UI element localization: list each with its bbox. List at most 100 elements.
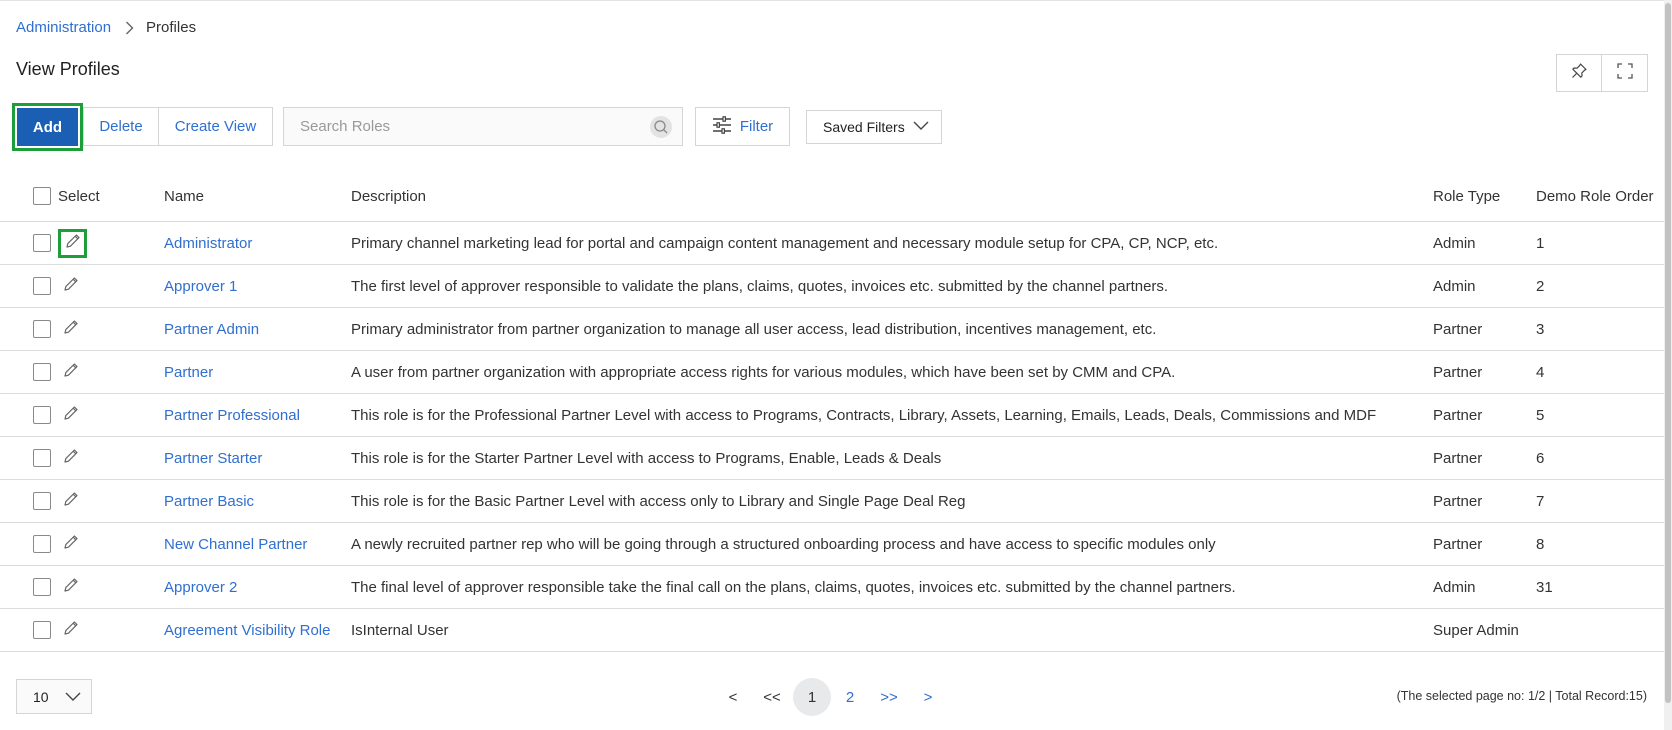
row-checkbox[interactable]	[33, 363, 51, 381]
search-icon[interactable]	[650, 116, 672, 138]
page-2-button[interactable]: 2	[841, 678, 859, 716]
role-name-link[interactable]: Approver 1	[164, 278, 237, 295]
page-size-select[interactable]: 10	[16, 679, 92, 714]
pencil-icon	[62, 318, 80, 340]
role-name-link[interactable]: Partner Starter	[164, 450, 262, 467]
header-name[interactable]: Name	[164, 171, 204, 221]
create-view-button[interactable]: Create View	[158, 108, 272, 145]
filter-label: Filter	[739, 118, 774, 135]
edit-button[interactable]	[58, 574, 84, 600]
role-name-link[interactable]: Partner Professional	[164, 407, 300, 424]
breadcrumb-current: Profiles	[146, 19, 197, 36]
row-name-cell: Approver 2	[164, 566, 237, 608]
row-role-type: Partner	[1433, 320, 1483, 338]
row-name-cell: Partner Basic	[164, 480, 254, 522]
row-name-cell: Partner Admin	[164, 308, 259, 350]
edit-button[interactable]	[58, 445, 84, 471]
row-role-type: Admin	[1433, 234, 1476, 252]
row-edit-cell	[58, 523, 84, 565]
header-select: Select	[58, 187, 100, 205]
pin-button[interactable]	[1556, 54, 1602, 92]
row-checkbox-cell	[33, 480, 51, 522]
row-checkbox[interactable]	[33, 578, 51, 596]
row-checkbox-cell	[33, 222, 51, 264]
role-name-link[interactable]: Partner Basic	[164, 493, 254, 510]
row-checkbox[interactable]	[33, 492, 51, 510]
header-role-type[interactable]: Role Type	[1433, 171, 1500, 221]
row-checkbox[interactable]	[33, 320, 51, 338]
next-page-button[interactable]: >	[920, 678, 936, 716]
row-demo-role-order: 1	[1536, 234, 1545, 252]
row-edit-cell	[58, 480, 84, 522]
row-role-type: Super Admin	[1433, 621, 1519, 639]
table-row: Partner Professional This role is for the…	[0, 394, 1664, 437]
filter-button[interactable]: Filter	[695, 107, 790, 146]
edit-button[interactable]	[58, 316, 84, 342]
row-edit-cell	[58, 609, 84, 651]
pencil-icon	[62, 275, 80, 297]
scrollbar-thumb[interactable]	[1665, 3, 1671, 703]
search-input[interactable]	[284, 118, 644, 135]
edit-button[interactable]	[58, 531, 84, 557]
pencil-icon	[62, 447, 80, 469]
page-tools	[1556, 54, 1648, 92]
pin-icon	[1570, 62, 1588, 85]
edit-button[interactable]	[58, 488, 84, 514]
page-title: View Profiles	[16, 59, 120, 79]
page-1-button[interactable]: 1	[793, 678, 831, 716]
select-all-checkbox[interactable]	[33, 187, 51, 205]
row-checkbox-cell	[33, 609, 51, 651]
row-checkbox[interactable]	[33, 277, 51, 295]
add-button[interactable]: Add	[17, 108, 78, 146]
row-demo-role-order: 5	[1536, 406, 1545, 424]
delete-button[interactable]: Delete	[84, 108, 158, 145]
row-checkbox[interactable]	[33, 234, 51, 252]
edit-button[interactable]	[58, 228, 87, 258]
role-name-link[interactable]: Approver 2	[164, 579, 237, 596]
row-edit-cell	[58, 308, 84, 350]
row-role-type: Partner	[1433, 406, 1483, 424]
saved-filters-label: Saved Filters	[823, 119, 905, 135]
breadcrumb-administration-link[interactable]: Administration	[16, 19, 111, 36]
row-role-type: Admin	[1433, 578, 1476, 596]
role-name-link[interactable]: Partner	[164, 364, 213, 381]
row-name-cell: Administrator	[164, 222, 252, 264]
first-page-button[interactable]: <<	[760, 678, 784, 716]
table-row: Approver 1 The first level of approver re…	[0, 265, 1664, 308]
fullscreen-icon	[1616, 62, 1634, 85]
row-edit-cell	[58, 222, 87, 264]
role-name-link[interactable]: Administrator	[164, 235, 252, 252]
row-checkbox[interactable]	[33, 535, 51, 553]
row-checkbox[interactable]	[33, 449, 51, 467]
row-description: A newly recruited partner rep who will b…	[351, 535, 1216, 553]
row-name-cell: Approver 1	[164, 265, 237, 307]
row-role-type: Admin	[1433, 277, 1476, 295]
role-name-link[interactable]: Partner Admin	[164, 321, 259, 338]
table-row: Administrator Primary channel marketing l…	[0, 222, 1664, 265]
prev-page-button[interactable]: <	[725, 678, 741, 716]
role-name-link[interactable]: Agreement Visibility Role	[164, 622, 330, 639]
saved-filters-dropdown[interactable]: Saved Filters	[806, 110, 942, 144]
row-demo-role-order: 31	[1536, 578, 1553, 596]
row-demo-role-order: 4	[1536, 363, 1545, 381]
edit-button[interactable]	[58, 402, 84, 428]
row-checkbox[interactable]	[33, 406, 51, 424]
pencil-icon	[62, 490, 80, 512]
last-page-button[interactable]: >>	[877, 678, 901, 716]
row-description: The first level of approver responsible …	[351, 277, 1169, 295]
row-demo-role-order: 7	[1536, 492, 1545, 510]
edit-button[interactable]	[58, 273, 84, 299]
edit-button[interactable]	[58, 617, 84, 643]
fullscreen-button[interactable]	[1602, 54, 1648, 92]
table-row: Agreement Visibility Role IsInternal User…	[0, 609, 1664, 652]
row-edit-cell	[58, 437, 84, 479]
row-name-cell: Agreement Visibility Role	[164, 609, 330, 651]
row-checkbox[interactable]	[33, 621, 51, 639]
table-row: Partner Admin Primary administrator from …	[0, 308, 1664, 351]
header-demo-role-order[interactable]: Demo Role Order	[1536, 171, 1654, 221]
vertical-scrollbar[interactable]	[1664, 0, 1672, 730]
header-description[interactable]: Description	[351, 171, 426, 221]
row-description: This role is for the Starter Partner Lev…	[351, 449, 942, 467]
role-name-link[interactable]: New Channel Partner	[164, 536, 307, 553]
edit-button[interactable]	[58, 359, 84, 385]
